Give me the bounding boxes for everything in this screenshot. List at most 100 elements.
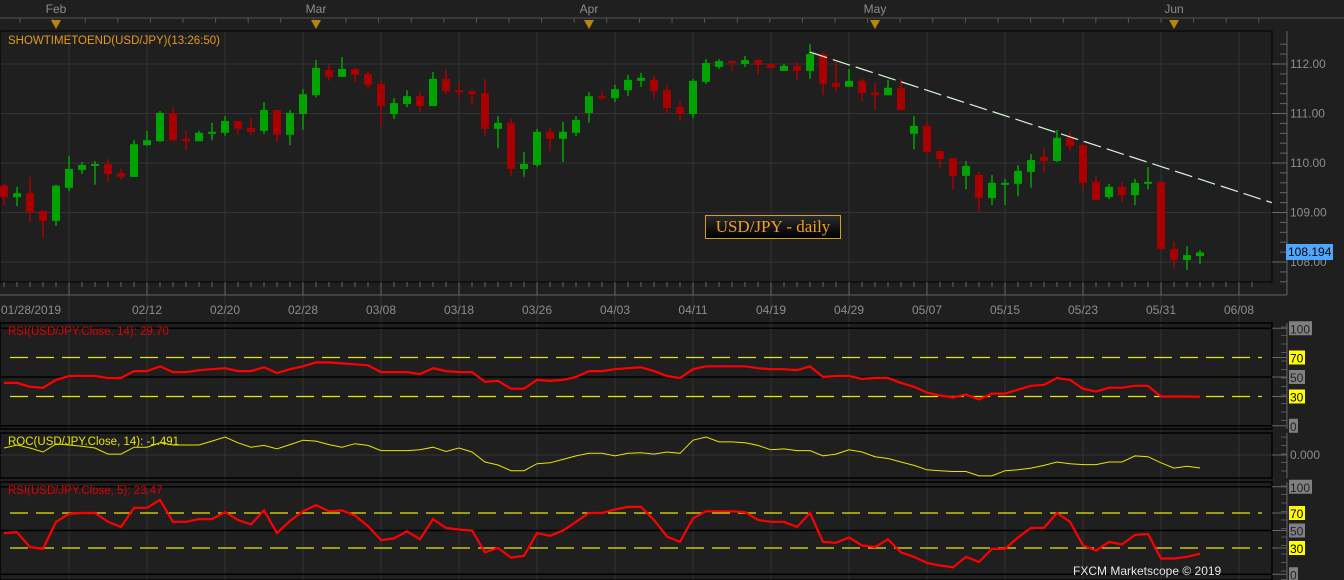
candle[interactable]	[1144, 166, 1152, 190]
candle[interactable]	[143, 130, 151, 147]
candle[interactable]	[0, 183, 8, 206]
candle[interactable]	[104, 159, 112, 182]
candle[interactable]	[728, 60, 736, 71]
candle[interactable]	[884, 79, 892, 96]
candle[interactable]	[845, 68, 853, 87]
candle[interactable]	[988, 174, 996, 206]
candle[interactable]	[936, 149, 944, 168]
candle[interactable]	[52, 184, 60, 226]
candle[interactable]	[1118, 181, 1126, 203]
candle[interactable]	[1053, 129, 1061, 163]
candle[interactable]	[624, 74, 632, 97]
candle[interactable]	[286, 110, 294, 146]
candle[interactable]	[975, 171, 983, 213]
candle[interactable]	[1170, 241, 1178, 268]
candle-body	[325, 69, 333, 77]
candle[interactable]	[793, 62, 801, 80]
candle[interactable]	[39, 210, 47, 238]
candle[interactable]	[273, 110, 281, 143]
candle[interactable]	[650, 75, 658, 100]
candle[interactable]	[871, 82, 879, 111]
candle[interactable]	[1105, 183, 1113, 200]
candle[interactable]	[1131, 178, 1139, 206]
candle-body	[533, 131, 541, 165]
candle[interactable]	[481, 78, 489, 136]
candle[interactable]	[403, 90, 411, 108]
candle[interactable]	[208, 122, 216, 141]
candle[interactable]	[338, 57, 346, 77]
candle[interactable]	[689, 78, 697, 118]
candle[interactable]	[910, 115, 918, 150]
usdjpy-chart[interactable]: Feb Mar Apr May Jun 01/28/2019 02/12 02/20 02/28…	[0, 0, 1344, 580]
candle[interactable]	[494, 115, 502, 149]
candle[interactable]	[156, 111, 164, 143]
candle-body	[871, 92, 879, 96]
candle[interactable]	[533, 128, 541, 167]
candle[interactable]	[832, 62, 840, 92]
candle[interactable]	[1001, 178, 1009, 206]
candle[interactable]	[221, 115, 229, 136]
candle[interactable]	[78, 162, 86, 174]
candle[interactable]	[247, 117, 255, 135]
candle[interactable]	[260, 102, 268, 134]
candle[interactable]	[26, 176, 34, 222]
candle[interactable]	[234, 120, 242, 135]
candle[interactable]	[1183, 246, 1191, 270]
candle[interactable]	[351, 67, 359, 82]
candle[interactable]	[663, 84, 671, 114]
indicator-title: RSI(USD/JPY.Close, 14): 29.70	[8, 326, 169, 338]
candle[interactable]	[1157, 181, 1165, 250]
candle[interactable]	[377, 80, 385, 125]
candle[interactable]	[468, 90, 476, 106]
candle[interactable]	[611, 84, 619, 103]
candle[interactable]	[637, 72, 645, 87]
candle[interactable]	[195, 130, 203, 142]
candle[interactable]	[507, 118, 515, 176]
candle-body	[689, 80, 697, 114]
candle[interactable]	[117, 168, 125, 180]
candle[interactable]	[715, 59, 723, 69]
candle[interactable]	[429, 71, 437, 107]
date-tick-label: 03/08	[366, 303, 396, 317]
candle[interactable]	[780, 64, 788, 71]
candle[interactable]	[923, 120, 931, 155]
candle[interactable]	[1014, 164, 1022, 197]
candle[interactable]	[91, 161, 99, 185]
candle[interactable]	[312, 60, 320, 98]
candle[interactable]	[741, 56, 749, 67]
candle[interactable]	[819, 52, 827, 96]
candle[interactable]	[364, 70, 372, 90]
candle[interactable]	[806, 44, 814, 79]
candle[interactable]	[390, 98, 398, 119]
candle[interactable]	[1079, 145, 1087, 191]
candle[interactable]	[546, 127, 554, 152]
candle[interactable]	[598, 91, 606, 101]
candle[interactable]	[169, 107, 177, 142]
candle[interactable]	[130, 140, 138, 177]
candle[interactable]	[559, 121, 567, 163]
trendline[interactable]	[809, 51, 1273, 204]
candle[interactable]	[897, 78, 905, 111]
candle[interactable]	[702, 59, 710, 84]
candle[interactable]	[442, 68, 450, 95]
candle[interactable]	[416, 91, 424, 113]
candle[interactable]	[767, 64, 775, 68]
candle[interactable]	[13, 186, 21, 207]
candle[interactable]	[455, 81, 463, 99]
candle[interactable]	[1066, 131, 1074, 152]
candle[interactable]	[858, 78, 866, 102]
candle[interactable]	[1027, 154, 1035, 188]
candle[interactable]	[676, 100, 684, 121]
candle[interactable]	[962, 161, 970, 190]
candle[interactable]	[182, 130, 190, 151]
candle[interactable]	[1040, 148, 1048, 172]
candle[interactable]	[520, 152, 528, 177]
candle[interactable]	[572, 115, 580, 136]
candle[interactable]	[1092, 175, 1100, 201]
candle[interactable]	[585, 92, 593, 123]
candle[interactable]	[65, 156, 73, 192]
candle[interactable]	[949, 158, 957, 190]
candle[interactable]	[299, 89, 307, 130]
candle[interactable]	[325, 63, 333, 81]
candle[interactable]	[754, 59, 762, 75]
